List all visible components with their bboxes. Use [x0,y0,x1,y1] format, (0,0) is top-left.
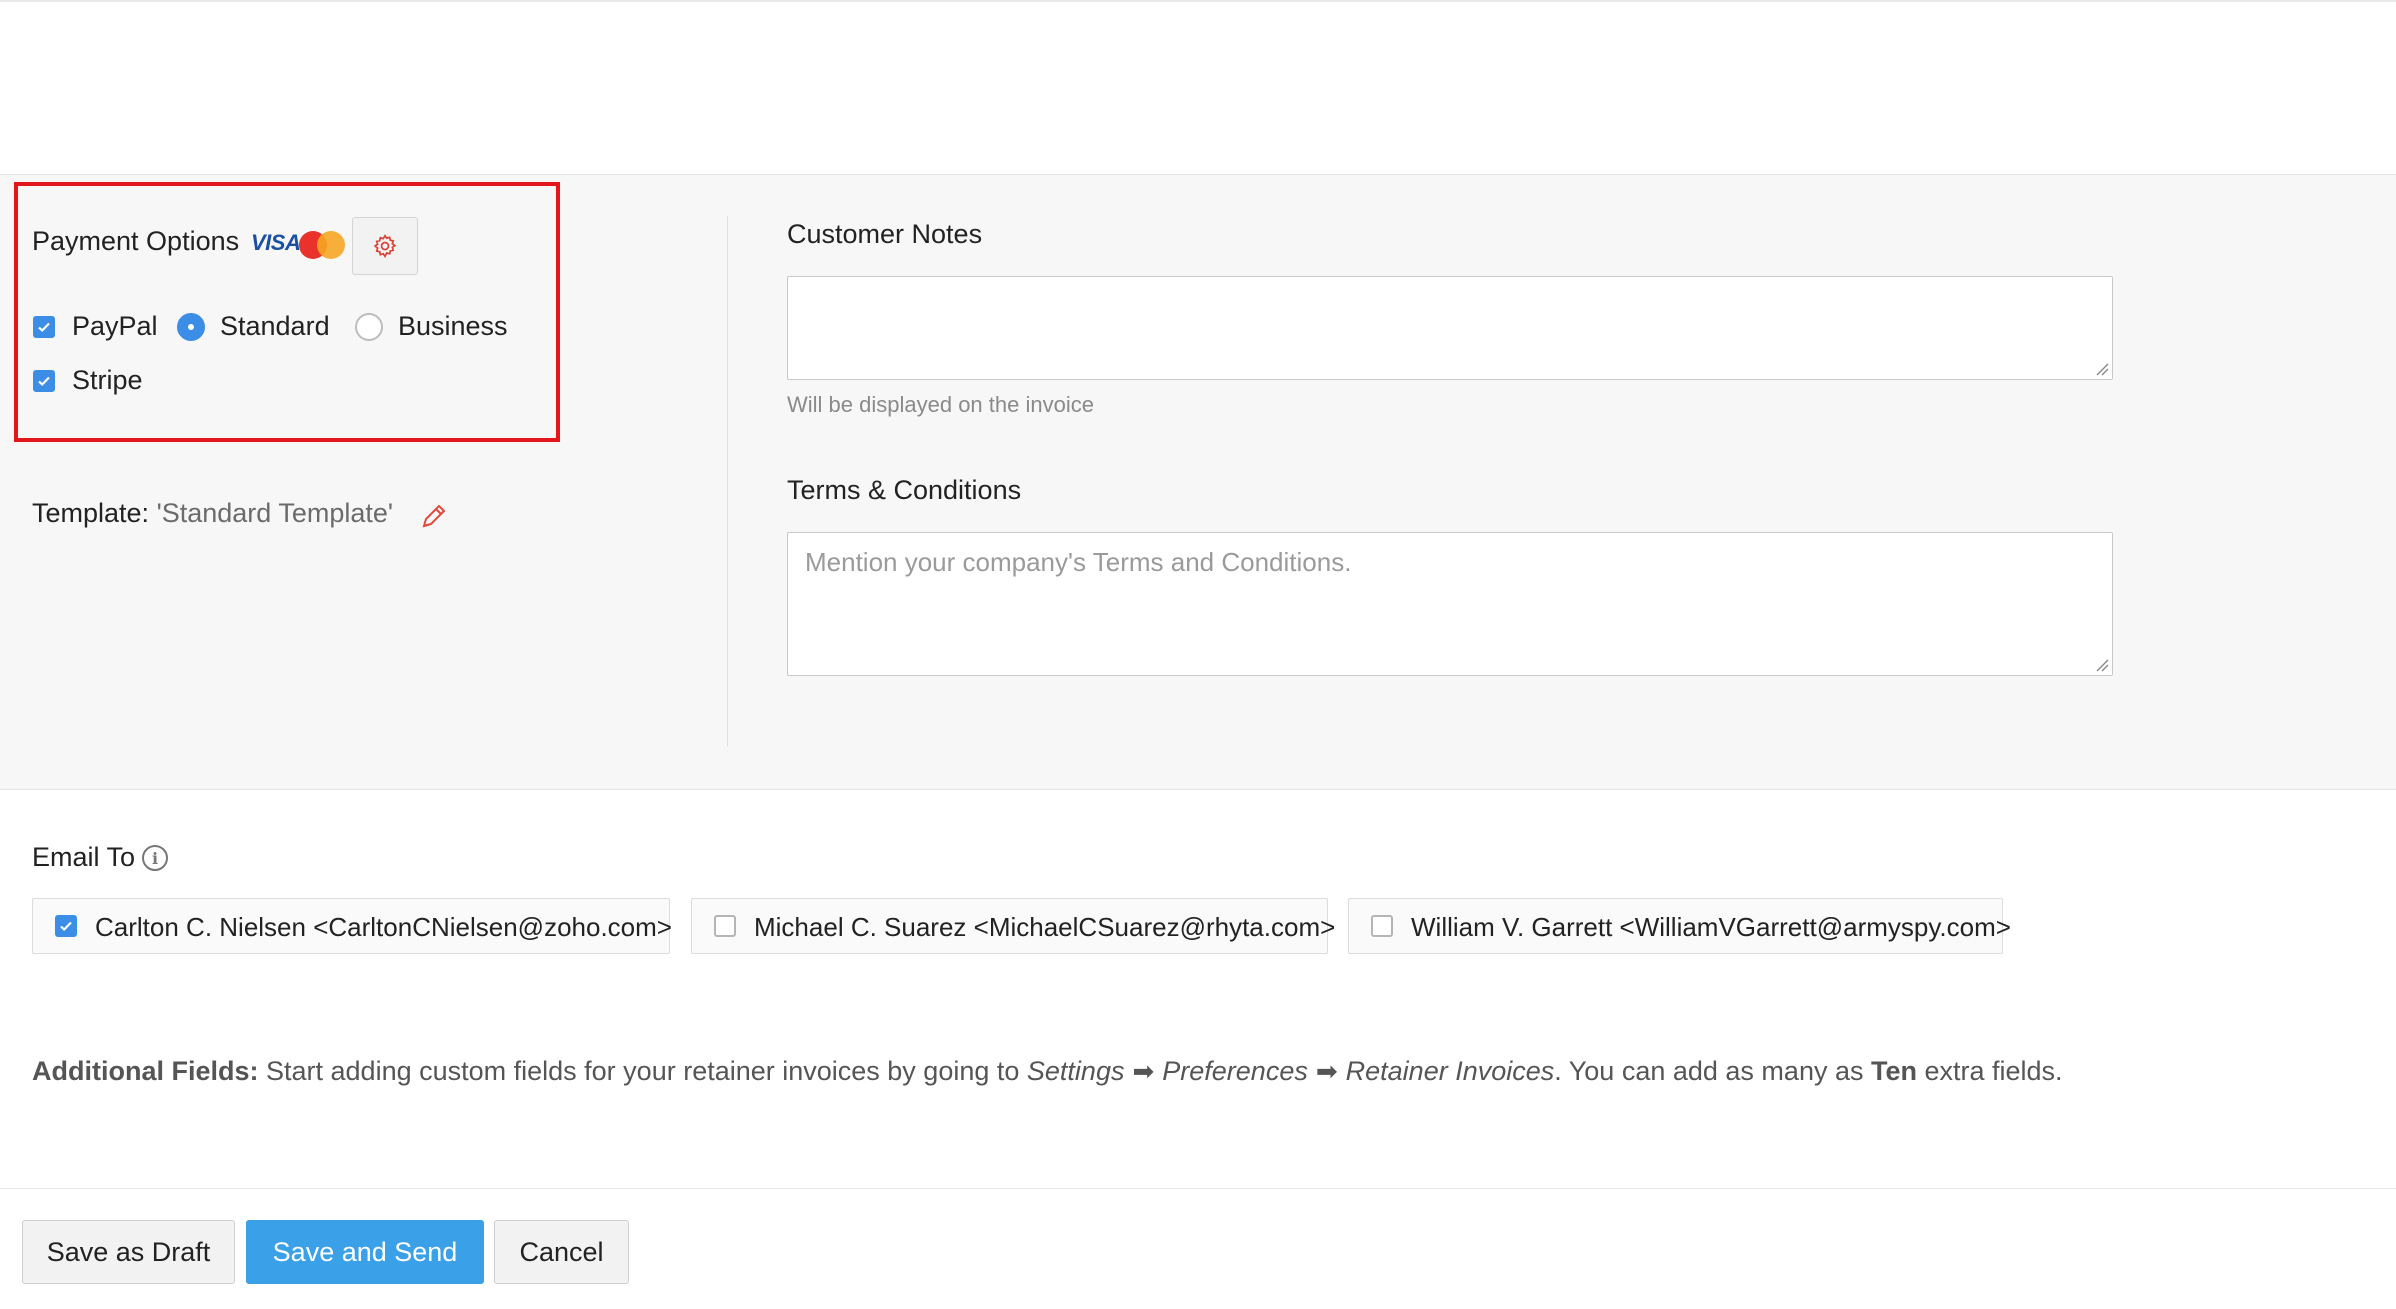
top-divider [0,0,2396,2]
recipient-checkbox[interactable] [1371,915,1393,937]
retainer-invoices-path: Retainer Invoices [1345,1056,1555,1086]
arrow-right-icon: ➡ [1132,1056,1155,1086]
arrow-right-icon: ➡ [1315,1056,1338,1086]
customer-notes-help: Will be displayed on the invoice [787,392,1094,417]
paypal-business-radio[interactable] [355,313,383,341]
paypal-standard-label: Standard [220,311,330,341]
terms-input[interactable]: Mention your company's Terms and Conditi… [787,532,2113,676]
recipient-label: William V. Garrett <WilliamVGarrett@army… [1411,912,2011,942]
recipient-michael[interactable]: Michael C. Suarez <MichaelCSuarez@rhyta.… [691,898,1335,954]
settings-path: Settings [1026,1056,1125,1086]
checkmark-icon [60,921,72,932]
mastercard-logo [299,231,345,259]
terms-label: Terms & Conditions [787,475,1022,505]
additional-fields-label: Additional Fields: [32,1056,259,1086]
email-to-label: Email To [32,842,136,872]
info-icon[interactable]: i [142,845,168,871]
resize-grip-icon[interactable] [2095,362,2109,376]
paypal-standard-radio[interactable] [177,313,205,341]
recipient-carlton[interactable]: Carlton C. Nielsen <CarltonCNielsen@zoho… [32,898,672,954]
cancel-button[interactable]: Cancel [494,1220,629,1284]
recipient-checkbox[interactable] [55,915,77,937]
terms-placeholder: Mention your company's Terms and Conditi… [805,547,1352,577]
template-label: Template: [32,498,150,528]
stripe-checkbox[interactable] [33,370,55,392]
paypal-checkbox[interactable] [33,316,55,338]
payment-options-title: Payment Options [32,226,240,256]
pencil-icon[interactable] [418,500,450,532]
column-divider [727,216,728,746]
template-name: 'Standard Template' [156,498,394,528]
recipient-label: Carlton C. Nielsen <CarltonCNielsen@zoho… [95,912,672,942]
extra-field-count: Ten [1870,1056,1917,1086]
customer-notes-label: Customer Notes [787,219,983,249]
resize-grip-icon[interactable] [2095,658,2109,672]
recipient-william[interactable]: William V. Garrett <WilliamVGarrett@army… [1348,898,2011,954]
payment-settings-button[interactable] [352,217,418,275]
gear-icon [373,234,397,258]
paypal-label: PayPal [72,311,158,341]
recipient-checkbox[interactable] [714,915,736,937]
additional-fields-note: Additional Fields: Start adding custom f… [32,1056,2063,1086]
checkmark-icon [38,322,50,333]
save-and-send-button[interactable]: Save and Send [246,1220,484,1284]
checkmark-icon [38,376,50,387]
recipient-label: Michael C. Suarez <MichaelCSuarez@rhyta.… [754,912,1336,942]
visa-logo: VISA [251,230,301,255]
stripe-label: Stripe [72,365,143,395]
customer-notes-input[interactable] [787,276,2113,380]
preferences-path: Preferences [1162,1056,1308,1086]
paypal-business-label: Business [398,311,508,341]
template-selector: Template: 'Standard Template' [32,498,393,529]
save-as-draft-button[interactable]: Save as Draft [22,1220,235,1284]
